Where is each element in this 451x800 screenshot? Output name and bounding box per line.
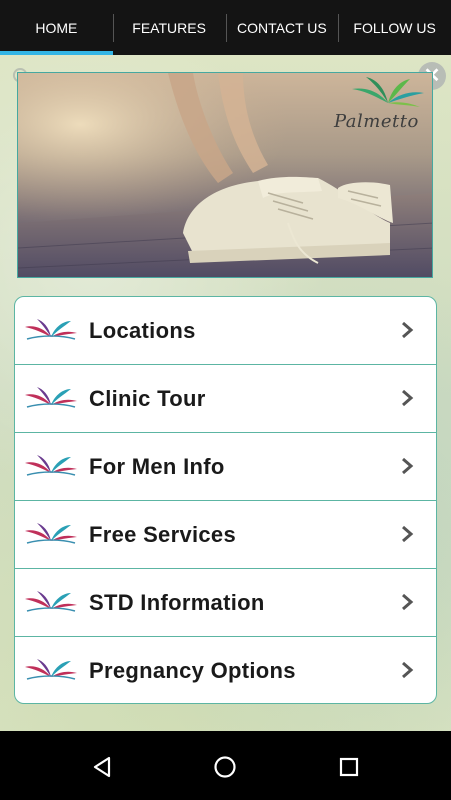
chevron-right-icon [402,593,414,611]
palm-leaf-icon [25,455,77,476]
menu-item-free-services[interactable]: Free Services [15,501,436,569]
palm-leaf-icon [25,591,77,612]
menu-item-clinic-tour[interactable]: Clinic Tour [15,365,436,433]
hero-banner: Palmetto [17,72,433,278]
chevron-right-icon [402,525,414,543]
menu-label: STD Information [89,589,265,615]
palm-leaf-icon [25,387,77,408]
menu-item-locations[interactable]: Locations [15,297,436,365]
menu-label: Free Services [89,521,237,547]
menu-label: For Men Info [89,453,225,479]
main-menu: Locations Clinic Tour For Men Info Free … [14,296,437,704]
recents-icon[interactable] [337,755,361,779]
chevron-right-icon [402,661,414,679]
tab-follow-us[interactable]: FOLLOW US [338,0,451,55]
logo-text: Palmetto [334,111,419,132]
system-nav-bar [0,731,451,800]
palm-leaf-icon [25,523,77,544]
back-icon[interactable] [90,755,114,779]
menu-item-for-men-info[interactable]: For Men Info [15,433,436,501]
palm-leaf-icon [25,659,77,680]
chevron-right-icon [402,457,414,475]
menu-item-pregnancy-options[interactable]: Pregnancy Options [15,637,436,703]
tab-home[interactable]: HOME [0,0,113,55]
menu-label: Pregnancy Options [89,658,296,683]
menu-label: Clinic Tour [89,385,206,411]
tab-contact-us[interactable]: CONTACT US [225,0,339,55]
menu-item-std-information[interactable]: STD Information [15,569,436,637]
chevron-right-icon [402,389,414,407]
top-tab-bar: HOME FEATURES CONTACT US FOLLOW US [0,0,451,55]
menu-label: Locations [89,317,196,343]
chevron-right-icon [402,321,414,339]
tab-features[interactable]: FEATURES [112,0,226,55]
banner-photo [18,73,432,277]
home-icon[interactable] [213,755,237,779]
palm-leaf-icon [25,319,77,340]
